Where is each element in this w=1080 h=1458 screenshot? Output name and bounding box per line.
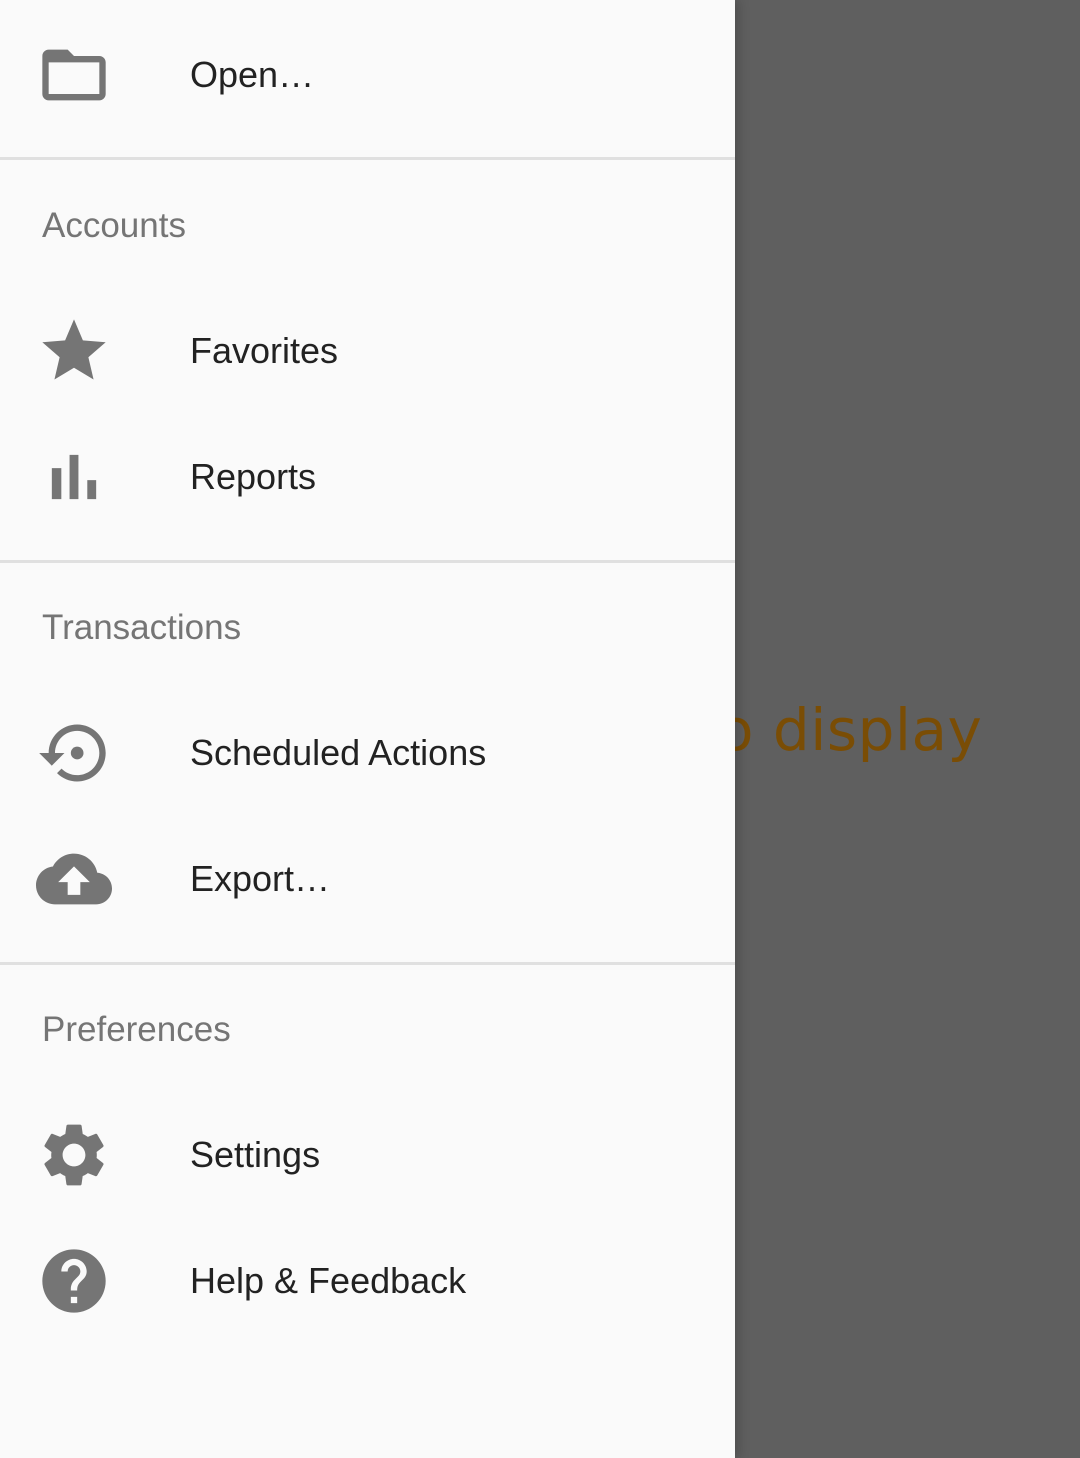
drawer-item-label: Settings <box>190 1134 321 1175</box>
drawer-item-label: Open… <box>190 54 315 95</box>
bar-chart-icon <box>36 439 112 515</box>
divider <box>0 962 735 965</box>
navigation-drawer: Open… Accounts Favorites Reports Transac… <box>0 0 735 1458</box>
drawer-item-help-feedback[interactable]: Help & Feedback <box>0 1218 735 1344</box>
cloud-upload-icon <box>36 841 112 917</box>
folder-icon <box>36 37 112 113</box>
drawer-item-label: Reports <box>190 456 317 497</box>
drawer-item-label: Help & Feedback <box>190 1260 467 1301</box>
history-icon <box>36 715 112 791</box>
drawer-item-label: Scheduled Actions <box>190 732 487 773</box>
gear-icon <box>36 1117 112 1193</box>
drawer-item-export[interactable]: Export… <box>0 816 735 942</box>
drawer-item-label: Export… <box>190 858 331 899</box>
drawer-item-settings[interactable]: Settings <box>0 1092 735 1218</box>
background-content-text: o display <box>718 696 983 764</box>
divider <box>0 560 735 563</box>
divider <box>0 157 735 160</box>
section-header-preferences: Preferences <box>42 1010 231 1049</box>
drawer-item-open[interactable]: Open… <box>0 12 735 138</box>
section-header-accounts: Accounts <box>42 206 186 245</box>
screen: o display Open… Accounts Favorites Repor… <box>0 0 1080 1458</box>
help-icon <box>36 1243 112 1319</box>
drawer-item-favorites[interactable]: Favorites <box>0 288 735 414</box>
drawer-item-scheduled-actions[interactable]: Scheduled Actions <box>0 690 735 816</box>
section-header-transactions: Transactions <box>42 608 242 647</box>
drawer-item-reports[interactable]: Reports <box>0 414 735 540</box>
drawer-item-label: Favorites <box>190 330 339 371</box>
star-icon <box>36 313 112 389</box>
